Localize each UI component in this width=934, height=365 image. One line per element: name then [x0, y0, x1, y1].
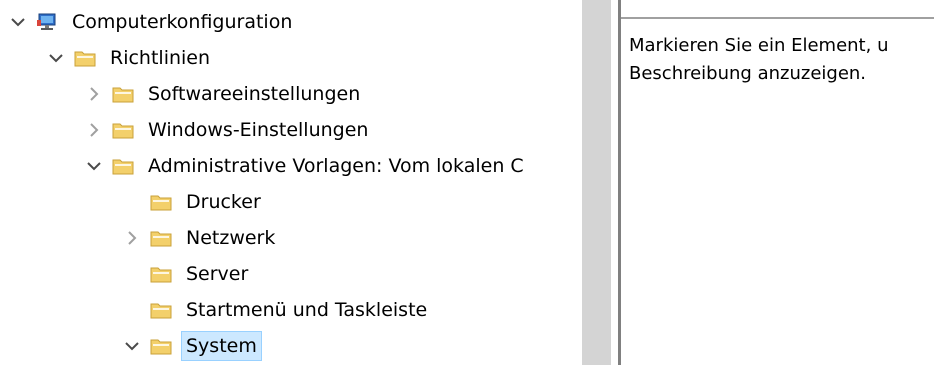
- chevron-down-icon[interactable]: [8, 12, 28, 32]
- tree-item-label: Startmenü und Taskleiste: [186, 299, 428, 321]
- tree-item-label: Windows-Einstellungen: [148, 119, 369, 141]
- gpedit-window: Computerkonfiguration Richtlinien Softwa…: [0, 0, 934, 365]
- folder-icon: [150, 264, 172, 284]
- folder-icon: [150, 336, 172, 356]
- tree-item-netzwerk[interactable]: Netzwerk: [122, 220, 279, 256]
- folder-icon: [112, 120, 134, 140]
- description-header-bar: [621, 0, 934, 19]
- tree-item-label: Administrative Vorlagen: Vom lokalen C: [148, 155, 524, 177]
- tree-item-label: Server: [186, 263, 249, 285]
- description-line-2: Beschreibung anzuzeigen.: [629, 63, 867, 84]
- description-line-1: Markieren Sie ein Element, u: [629, 35, 889, 56]
- folder-icon: [74, 48, 96, 68]
- folder-icon: [150, 228, 172, 248]
- tree-item-softwareeinstellungen[interactable]: Softwareeinstellungen: [84, 76, 364, 112]
- folder-icon: [150, 300, 172, 320]
- chevron-down-icon[interactable]: [84, 156, 104, 176]
- chevron-down-icon[interactable]: [122, 336, 142, 356]
- tree-item-richtlinien[interactable]: Richtlinien: [46, 40, 214, 76]
- tree-item-startmenue-und-taskleiste[interactable]: Startmenü und Taskleiste: [122, 292, 431, 328]
- chevron-right-icon[interactable]: [84, 120, 104, 140]
- description-text: Markieren Sie ein Element, u Beschreibun…: [629, 32, 934, 88]
- folder-icon: [112, 84, 134, 104]
- tree-item-drucker[interactable]: Drucker: [122, 184, 265, 220]
- tree-item-windows-einstellungen[interactable]: Windows-Einstellungen: [84, 112, 372, 148]
- tree-item-label: Richtlinien: [110, 47, 211, 69]
- folder-icon: [150, 192, 172, 212]
- chevron-right-icon[interactable]: [122, 228, 142, 248]
- pane-splitter[interactable]: [582, 0, 611, 365]
- description-pane: Markieren Sie ein Element, u Beschreibun…: [621, 0, 934, 365]
- tree-item-system[interactable]: System: [122, 328, 262, 364]
- no-expander-spacer: [122, 264, 142, 284]
- chevron-right-icon[interactable]: [84, 84, 104, 104]
- tree-item-server[interactable]: Server: [122, 256, 252, 292]
- tree-item-administrative-vorlagen[interactable]: Administrative Vorlagen: Vom lokalen C: [84, 148, 528, 184]
- tree-pane[interactable]: Computerkonfiguration Richtlinien Softwa…: [0, 0, 582, 365]
- tree-item-label-selected: System: [181, 331, 262, 361]
- chevron-down-icon[interactable]: [46, 48, 66, 68]
- tree-item-computerkonfiguration[interactable]: Computerkonfiguration: [8, 4, 296, 40]
- tree-item-label: Softwareeinstellungen: [148, 83, 361, 105]
- tree-item-label: Computerkonfiguration: [72, 11, 293, 33]
- folder-icon: [112, 156, 134, 176]
- tree-item-label: Netzwerk: [186, 227, 276, 249]
- computer-icon: [36, 12, 58, 32]
- no-expander-spacer: [122, 300, 142, 320]
- no-expander-spacer: [122, 192, 142, 212]
- tree-item-label: Drucker: [186, 191, 261, 213]
